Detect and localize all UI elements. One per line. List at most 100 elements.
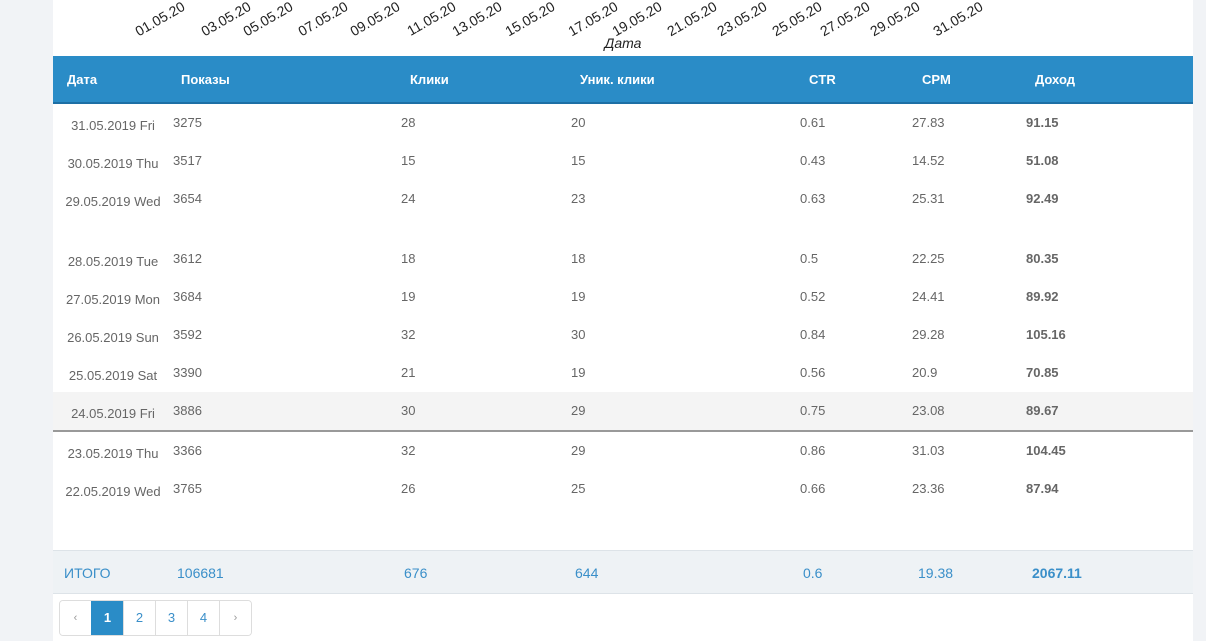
table-row-hovered[interactable]: 24.05.2019 Fri 3886 30 29 0.75 23.08 89.… — [53, 392, 1193, 432]
page-1-button[interactable]: 1 — [91, 601, 123, 635]
x-tick-label: 27.05.20 — [817, 0, 873, 40]
cell-clicks: 26 — [401, 481, 416, 496]
cell-impressions: 3517 — [173, 153, 202, 168]
pagination: ‹ 1 2 3 4 › — [59, 600, 252, 636]
cell-date: 30.05.2019 Thu — [67, 156, 159, 171]
x-tick-label: 09.05.20 — [347, 0, 403, 40]
cell-ctr: 0.43 — [800, 153, 826, 168]
prev-page-button[interactable]: ‹ — [60, 601, 91, 635]
cell-impressions: 3684 — [173, 289, 202, 304]
cell-unique-clicks: 30 — [571, 327, 586, 342]
cell-unique-clicks: 18 — [571, 251, 586, 266]
cell-unique-clicks: 15 — [571, 153, 586, 168]
table-row: 26.05.2019 Sun 3592 32 30 0.84 29.28 105… — [53, 316, 1193, 354]
cell-ctr: 0.75 — [800, 392, 912, 432]
col-header-clicks[interactable]: Клики — [410, 56, 580, 104]
totals-income: 2067.11 — [1032, 565, 1082, 581]
totals-row: ИТОГО 106681 676 644 0.6 19.38 2067.11 — [53, 550, 1193, 594]
page-2-button[interactable]: 2 — [123, 601, 155, 635]
cell-ctr: 0.84 — [800, 327, 826, 342]
chart-x-axis: 01.05.20 03.05.20 05.05.20 07.05.20 09.0… — [53, 0, 1193, 40]
cell-income: 70.85 — [1026, 365, 1059, 380]
cell-income: 87.94 — [1026, 481, 1059, 496]
col-header-cpm[interactable]: CPM — [922, 56, 1035, 104]
cell-unique-clicks: 19 — [571, 365, 586, 380]
cell-ctr: 0.61 — [800, 115, 826, 130]
col-header-income[interactable]: Доход — [1035, 56, 1193, 104]
table-row: 28.05.2019 Tue 3612 18 18 0.5 22.25 80.3… — [53, 240, 1193, 278]
cell-date: 27.05.2019 Mon — [66, 292, 160, 307]
cell-date: 31.05.2019 Fri — [71, 118, 155, 133]
cell-impressions: 3275 — [173, 115, 202, 130]
x-tick-label: 17.05.20 — [565, 0, 621, 40]
page-3-button[interactable]: 3 — [155, 601, 187, 635]
totals-unique-clicks: 644 — [575, 565, 599, 581]
x-tick-label: 15.05.20 — [502, 0, 558, 40]
x-tick-label: 01.05.20 — [132, 0, 188, 40]
table-row: 30.05.2019 Thu 3517 15 15 0.43 14.52 51.… — [53, 142, 1193, 180]
cell-impressions: 3390 — [173, 365, 202, 380]
col-header-date[interactable]: Дата — [53, 56, 181, 104]
cell-impressions: 3654 — [173, 191, 202, 206]
cell-date: 26.05.2019 Sun — [67, 330, 159, 345]
cell-unique-clicks: 29 — [571, 443, 586, 458]
table-row: 25.05.2019 Sat 3390 21 19 0.56 20.9 70.8… — [53, 354, 1193, 392]
totals-label: ИТОГО — [64, 565, 111, 581]
table-row: 27.05.2019 Mon 3684 19 19 0.52 24.41 89.… — [53, 278, 1193, 316]
cell-clicks: 32 — [401, 443, 416, 458]
cell-cpm: 27.83 — [912, 115, 945, 130]
cell-clicks: 30 — [401, 392, 571, 432]
x-tick-label: 11.05.20 — [404, 0, 459, 39]
cell-clicks: 24 — [401, 191, 416, 206]
cell-cpm: 14.52 — [912, 153, 945, 168]
cell-cpm: 24.41 — [912, 289, 945, 304]
cell-income: 92.49 — [1026, 191, 1059, 206]
cell-ctr: 0.56 — [800, 365, 826, 380]
col-header-ctr[interactable]: CTR — [809, 56, 922, 104]
cell-ctr: 0.52 — [800, 289, 826, 304]
chart-x-axis-title: Дата — [604, 35, 642, 51]
cell-date: 24.05.2019 Fri — [71, 406, 155, 421]
cell-ctr: 0.63 — [800, 191, 826, 206]
cell-impressions: 3592 — [173, 327, 202, 342]
cell-ctr: 0.66 — [800, 481, 826, 496]
x-tick-label: 13.05.20 — [449, 0, 505, 40]
cell-date: 23.05.2019 Thu — [67, 446, 159, 461]
cell-clicks: 19 — [401, 289, 416, 304]
x-tick-label: 07.05.20 — [295, 0, 351, 40]
x-tick-label: 29.05.20 — [867, 0, 923, 40]
cell-cpm: 25.31 — [912, 191, 945, 206]
page-4-button[interactable]: 4 — [187, 601, 219, 635]
cell-unique-clicks: 23 — [571, 191, 586, 206]
cell-cpm: 23.36 — [912, 481, 945, 496]
col-header-impressions[interactable]: Показы — [181, 56, 410, 104]
table-row: 23.05.2019 Thu 3366 32 29 0.86 31.03 104… — [53, 431, 1193, 470]
next-page-button[interactable]: › — [219, 601, 251, 635]
table-row: 22.05.2019 Wed 3765 26 25 0.66 23.36 87.… — [53, 470, 1193, 530]
cell-clicks: 18 — [401, 251, 416, 266]
stats-panel: 01.05.20 03.05.20 05.05.20 07.05.20 09.0… — [53, 0, 1193, 641]
cell-income: 91.15 — [1026, 115, 1059, 130]
cell-unique-clicks: 29 — [571, 392, 800, 432]
cell-income: 89.92 — [1026, 289, 1059, 304]
x-tick-label: 31.05.20 — [930, 0, 986, 40]
cell-impressions: 3366 — [173, 443, 202, 458]
cell-impressions: 3886 — [173, 392, 401, 432]
cell-cpm: 29.28 — [912, 327, 945, 342]
cell-impressions: 3765 — [173, 481, 202, 496]
col-header-unique-clicks[interactable]: Уник. клики — [580, 56, 809, 104]
stats-table-body: 31.05.2019 Fri 3275 28 20 0.61 27.83 91.… — [53, 104, 1193, 530]
totals-cpm: 19.38 — [918, 565, 954, 581]
cell-unique-clicks: 20 — [571, 115, 586, 130]
stats-table-header: Дата Показы Клики Уник. клики CTR CPM До… — [53, 56, 1193, 104]
cell-date: 22.05.2019 Wed — [65, 484, 161, 499]
cell-income: 80.35 — [1026, 251, 1059, 266]
cell-clicks: 15 — [401, 153, 416, 168]
cell-cpm: 22.25 — [912, 251, 945, 266]
cell-date: 25.05.2019 Sat — [68, 368, 158, 383]
cell-income: 104.45 — [1026, 443, 1066, 458]
cell-date: 28.05.2019 Tue — [67, 254, 159, 269]
cell-cpm: 31.03 — [912, 443, 945, 458]
cell-clicks: 21 — [401, 365, 416, 380]
x-tick-label: 25.05.20 — [769, 0, 825, 40]
